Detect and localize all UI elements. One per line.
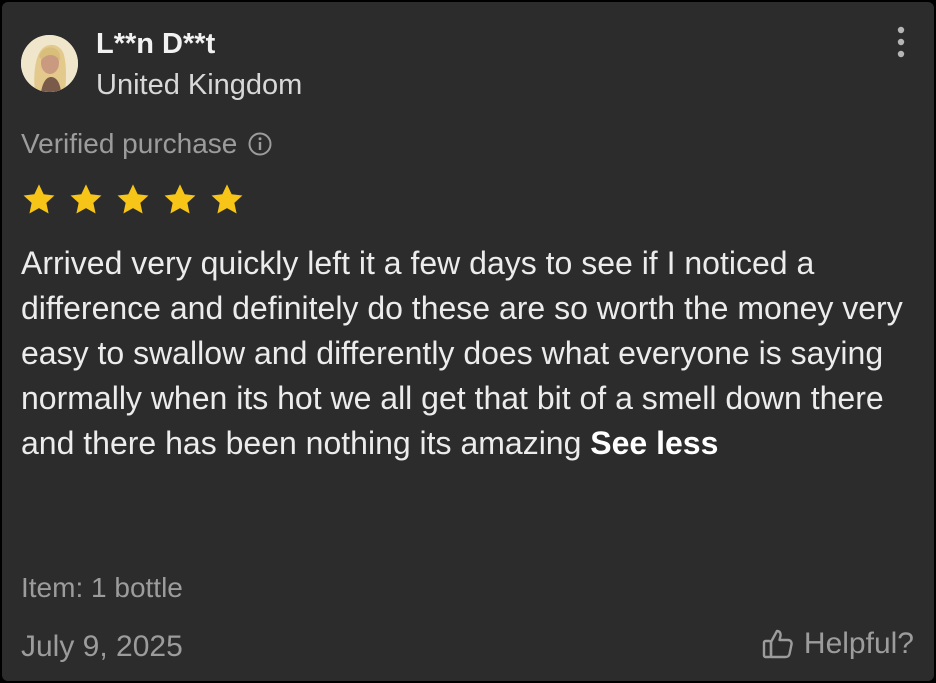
verified-purchase: Verified purchase [21,128,273,160]
item-variant: Item: 1 bottle [21,572,183,603]
reviewer-country: United Kingdom [96,69,303,101]
see-less-link[interactable]: See less [590,425,718,461]
avatar[interactable] [21,35,78,92]
review-body: Arrived very quickly left it a few days … [21,245,903,461]
helpful-button[interactable]: Helpful? [760,626,914,662]
review-card: L**n D**t United Kingdom Verified purcha… [2,2,934,681]
info-icon[interactable] [247,131,273,157]
review-text: Arrived very quickly left it a few days … [21,241,921,466]
star-icon [21,182,57,218]
more-options-button[interactable] [886,22,916,62]
star-rating [21,182,256,218]
star-icon [115,182,151,218]
helpful-label: Helpful? [803,627,914,660]
more-vertical-icon [897,26,905,58]
review-date: July 9, 2025 [21,630,183,663]
star-icon [68,182,104,218]
verified-purchase-label: Verified purchase [21,128,238,159]
star-icon [209,182,245,218]
star-icon [162,182,198,218]
reviewer-name: L**n D**t [96,28,216,60]
thumbs-up-icon [760,626,796,662]
